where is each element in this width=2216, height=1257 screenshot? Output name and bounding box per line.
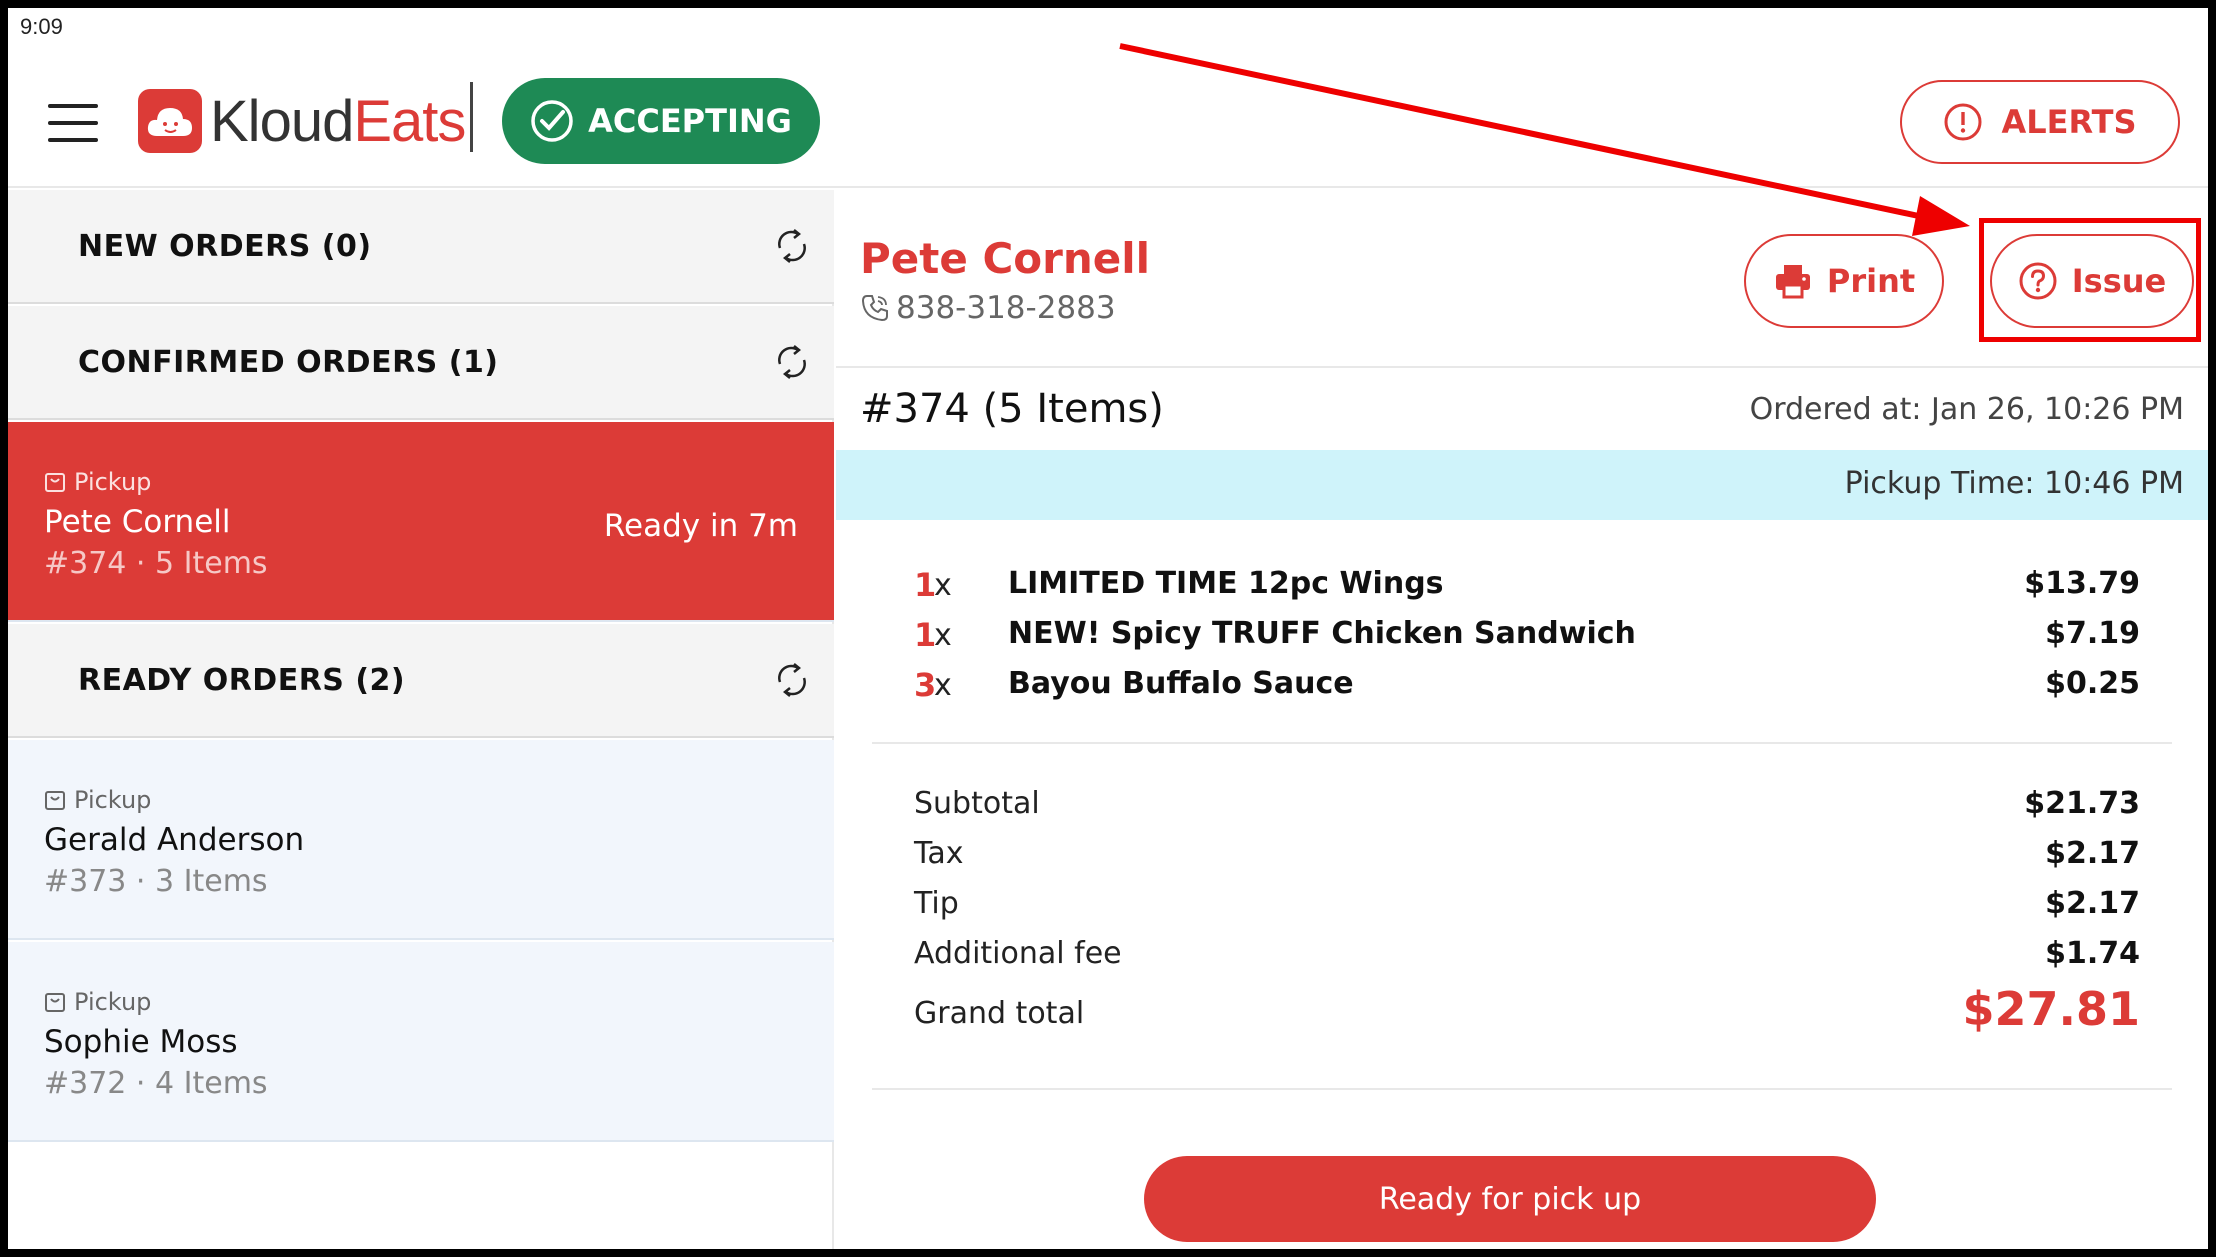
customer-phone-number: 838-318-2883 xyxy=(896,290,1116,326)
orders-sidebar: NEW ORDERS (0) CONFIRMED ORDERS (1) Pick… xyxy=(8,190,834,1249)
refresh-icon[interactable] xyxy=(772,342,812,382)
item-x: x xyxy=(934,568,952,603)
item-name: NEW! Spicy TRUFF Chicken Sandwich xyxy=(1008,616,1636,651)
printer-icon xyxy=(1775,265,1810,299)
total-value: $21.73 xyxy=(2024,786,2140,821)
order-meta: #374 · 5 Items xyxy=(44,546,268,581)
app-frame: 9:09 KloudEats ACCEPTING ALERTS NEW ORDE… xyxy=(8,8,2208,1249)
customer-phone[interactable]: 838-318-2883 xyxy=(860,290,1116,326)
total-row-grand-total: Grand total $27.81 xyxy=(836,982,2208,1040)
alerts-label: ALERTS xyxy=(2001,103,2137,141)
total-row-additional-fee: Additional fee $1.74 xyxy=(836,930,2208,980)
ordered-at: Ordered at: Jan 26, 10:26 PM xyxy=(1749,392,2184,427)
bag-icon xyxy=(45,473,65,492)
grand-total-value: $27.81 xyxy=(1962,982,2140,1036)
order-customer-name: Pete Cornell xyxy=(44,504,231,540)
new-orders-label: NEW ORDERS (0) xyxy=(78,228,372,264)
total-label: Tax xyxy=(914,836,964,871)
total-row-tax: Tax $2.17 xyxy=(836,830,2208,880)
customer-name: Pete Cornell xyxy=(860,234,1151,283)
order-meta: #372 · 4 Items xyxy=(44,1066,268,1101)
divider xyxy=(836,366,2208,368)
item-x: x xyxy=(934,668,952,703)
order-customer-name: Gerald Anderson xyxy=(44,822,305,858)
order-id: #374 (5 Items) xyxy=(860,386,1164,432)
order-item-row: 1 x NEW! Spicy TRUFF Chicken Sandwich $7… xyxy=(836,610,2208,660)
cloud-logo-icon xyxy=(138,89,202,153)
alerts-button[interactable]: ALERTS xyxy=(1900,80,2180,164)
order-customer-name: Sophie Moss xyxy=(44,1024,238,1060)
total-value: $1.74 xyxy=(2045,936,2140,971)
new-orders-header[interactable]: NEW ORDERS (0) xyxy=(8,190,834,304)
total-row-tip: Tip $2.17 xyxy=(836,880,2208,930)
accepting-status-button[interactable]: ACCEPTING xyxy=(502,78,820,164)
ready-in-label: Ready in 7m xyxy=(603,508,798,544)
item-qty: 1 xyxy=(914,616,937,654)
item-price: $13.79 xyxy=(2024,566,2140,601)
refresh-icon[interactable] xyxy=(772,660,812,700)
logo-text-kloud: Kloud xyxy=(210,88,354,154)
kloudeats-logo: KloudEats xyxy=(138,86,466,156)
header-divider xyxy=(470,82,473,152)
total-label: Subtotal xyxy=(914,786,1040,821)
phone-icon xyxy=(861,295,888,322)
total-value: $2.17 xyxy=(2045,886,2140,921)
order-type: Pickup xyxy=(44,988,151,1016)
issue-highlight-box xyxy=(1979,218,2201,342)
item-qty: 3 xyxy=(914,666,937,704)
ready-orders-header[interactable]: READY ORDERS (2) xyxy=(8,624,834,738)
bag-icon xyxy=(45,791,65,810)
item-price: $7.19 xyxy=(2045,616,2140,651)
order-type-label: Pickup xyxy=(74,786,152,814)
menu-icon[interactable] xyxy=(48,104,98,142)
item-x: x xyxy=(934,618,952,653)
order-item-row: 3 x Bayou Buffalo Sauce $0.25 xyxy=(836,660,2208,710)
total-label: Additional fee xyxy=(914,936,1122,971)
item-name: Bayou Buffalo Sauce xyxy=(1008,666,1354,701)
app-header: KloudEats ACCEPTING ALERTS xyxy=(8,48,2208,188)
order-type: Pickup xyxy=(44,786,151,814)
order-type-label: Pickup xyxy=(74,468,152,496)
refresh-icon[interactable] xyxy=(772,226,812,266)
ready-for-pickup-button[interactable]: Ready for pick up xyxy=(1144,1156,1876,1242)
divider xyxy=(872,1088,2172,1090)
confirmed-orders-label: CONFIRMED ORDERS (1) xyxy=(78,344,499,380)
pickup-time: Pickup Time: 10:46 PM xyxy=(1844,466,2184,501)
total-label: Tip xyxy=(914,886,959,921)
total-row-subtotal: Subtotal $21.73 xyxy=(836,780,2208,830)
order-type: Pickup xyxy=(44,468,151,496)
item-price: $0.25 xyxy=(2045,666,2140,701)
confirmed-orders-header[interactable]: CONFIRMED ORDERS (1) xyxy=(8,306,834,420)
pickup-time-bar: Pickup Time: 10:46 PM xyxy=(836,450,2208,520)
order-detail-panel: Pete Cornell 838-318-2883 Print Issue #3… xyxy=(836,190,2208,1249)
item-qty: 1 xyxy=(914,566,937,604)
logo-text-eats: Eats xyxy=(353,88,466,154)
order-type-label: Pickup xyxy=(74,988,152,1016)
bag-icon xyxy=(45,993,65,1012)
print-label: Print xyxy=(1826,262,1916,300)
order-card[interactable]: Pickup Sophie Moss #372 · 4 Items xyxy=(8,942,834,1142)
order-meta: #373 · 3 Items xyxy=(44,864,268,899)
divider xyxy=(872,742,2172,744)
ready-orders-label: READY ORDERS (2) xyxy=(78,662,406,698)
alert-circle-icon xyxy=(1944,103,1982,141)
print-button[interactable]: Print xyxy=(1744,234,1944,328)
order-item-row: 1 x LIMITED TIME 12pc Wings $13.79 xyxy=(836,560,2208,610)
status-bar-time: 9:09 xyxy=(20,14,63,39)
order-card[interactable]: Pickup Gerald Anderson #373 · 3 Items xyxy=(8,740,834,940)
total-value: $2.17 xyxy=(2045,836,2140,871)
check-circle-icon xyxy=(531,100,573,142)
order-card-selected[interactable]: Pickup Pete Cornell #374 · 5 Items Ready… xyxy=(8,422,834,622)
accepting-label: ACCEPTING xyxy=(588,102,792,140)
grand-total-label: Grand total xyxy=(914,996,1085,1031)
item-name: LIMITED TIME 12pc Wings xyxy=(1008,566,1444,601)
